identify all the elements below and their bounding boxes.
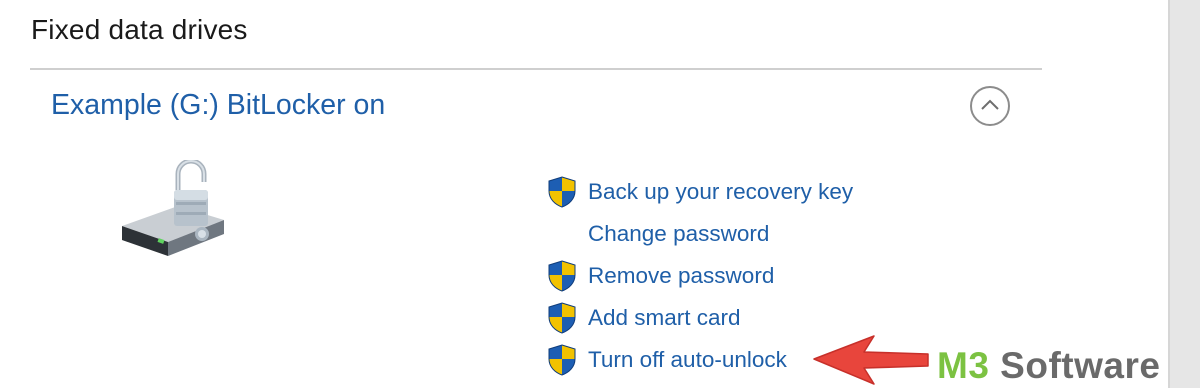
action-label[interactable]: Change password (588, 221, 769, 247)
watermark-brand-prefix: M3 (937, 345, 990, 386)
collapse-button[interactable] (970, 86, 1010, 126)
section-heading: Fixed data drives (31, 14, 248, 45)
drive-unlocked-icon (122, 160, 224, 256)
watermark-logo: M3 Software (937, 344, 1160, 388)
action-label[interactable]: Remove password (588, 263, 774, 289)
red-arrow-annotation (813, 335, 929, 385)
action-label[interactable]: Add smart card (588, 305, 741, 331)
action-remove-password[interactable]: Remove password (546, 255, 926, 297)
action-backup-recovery-key[interactable]: Back up your recovery key (546, 171, 926, 213)
chevron-up-icon (981, 99, 999, 110)
uac-shield-icon (548, 344, 576, 376)
uac-shield-icon (548, 176, 576, 208)
section-divider (30, 68, 1042, 70)
uac-shield-icon (548, 302, 576, 334)
action-label[interactable]: Turn off auto-unlock (588, 347, 787, 373)
uac-shield-icon (548, 260, 576, 292)
drive-title-link[interactable]: Example (G:) BitLocker on (51, 89, 385, 122)
watermark-brand-suffix: Software (989, 345, 1161, 386)
window-edge (1168, 0, 1200, 388)
action-label[interactable]: Back up your recovery key (588, 179, 853, 205)
action-change-password[interactable]: Change password (546, 213, 926, 255)
bitlocker-panel: Fixed data drives Example (G:) BitLocker… (0, 0, 1200, 388)
